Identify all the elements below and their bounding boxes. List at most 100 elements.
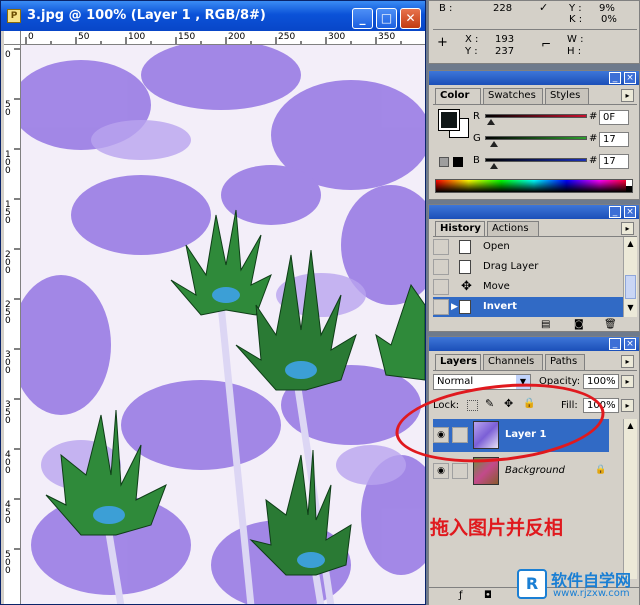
info-h-label: H : (567, 46, 582, 57)
snapshot-source-checkbox[interactable] (433, 299, 449, 315)
ruler-label: 350 (378, 32, 396, 42)
ruler-label: 2 5 0 (5, 300, 11, 326)
document-window: P 3.jpg @ 100% (Layer 1 , RGB/8#) _ □ ✕ … (0, 0, 426, 605)
tab-history[interactable]: History (435, 221, 485, 237)
scroll-down-icon[interactable]: ▼ (625, 303, 636, 314)
tab-divider (433, 370, 637, 371)
inverted-lotus-image (21, 45, 425, 604)
new-snapshot-icon[interactable]: ◙ (574, 319, 584, 330)
blend-mode-value: Normal (437, 376, 474, 387)
selection-size-icon: ⌐ (541, 37, 552, 51)
info-w-label: W : (567, 34, 584, 45)
history-item[interactable]: ✥ Move (433, 277, 623, 297)
color-spectrum-bar[interactable] (435, 179, 633, 193)
ruler-label: 50 (78, 32, 90, 42)
hash-label: # (589, 155, 598, 166)
vertical-ruler[interactable]: 0 5 0 1 0 0 1 5 0 2 0 0 2 5 0 3 0 0 3 5 … (4, 45, 21, 604)
opacity-field[interactable]: 100% (583, 374, 619, 389)
web-color-swatch[interactable] (453, 157, 463, 167)
panel-minimize-icon[interactable]: _ (609, 72, 621, 84)
color-panel-titlebar[interactable]: _ × (429, 71, 639, 85)
tab-paths[interactable]: Paths (545, 354, 585, 370)
tab-layers[interactable]: Layers (435, 354, 481, 370)
hash-label: # (589, 111, 598, 122)
annotation-text: 拖入图片并反相 (430, 517, 564, 539)
info-x-label: X : (465, 34, 479, 45)
tab-color[interactable]: Color (435, 88, 481, 104)
snapshot-source-checkbox[interactable] (433, 279, 449, 295)
layers-scrollbar[interactable]: ▲ (623, 419, 637, 579)
ruler-label: 4 5 0 (5, 500, 11, 526)
panel-menu-arrow-icon[interactable]: ▸ (621, 222, 634, 235)
history-item-label: Open (483, 241, 510, 252)
blue-slider-thumb[interactable] (490, 163, 499, 169)
info-k-value: 0% (601, 14, 617, 25)
red-slider-thumb[interactable] (487, 119, 496, 125)
color-panel: _ × Color Swatches Styles ▸ R # 0F G # 1… (428, 70, 640, 200)
delete-state-icon[interactable]: 🗑 (604, 319, 617, 330)
history-item-label: Invert (483, 301, 517, 312)
history-scrollbar[interactable]: ▲ ▼ (623, 237, 637, 317)
maximize-button[interactable]: □ (376, 8, 397, 29)
opacity-slider-arrow-icon[interactable]: ▸ (621, 375, 634, 388)
foreground-color-swatch[interactable] (438, 109, 460, 131)
scroll-up-icon[interactable]: ▲ (625, 239, 636, 250)
eye-icon[interactable]: ◉ (433, 463, 449, 479)
green-slider-thumb[interactable] (490, 141, 499, 147)
panel-close-icon[interactable]: × (624, 72, 636, 84)
document-title-bar[interactable]: P 3.jpg @ 100% (Layer 1 , RGB/8#) _ □ ✕ (1, 1, 425, 31)
info-ycoord-label: Y : (465, 46, 478, 57)
ruler-label: 2 0 0 (5, 250, 11, 276)
fill-slider-arrow-icon[interactable]: ▸ (621, 399, 634, 412)
scroll-up-icon[interactable]: ▲ (625, 421, 636, 432)
panel-close-icon[interactable]: × (624, 206, 636, 218)
document-state-icon (459, 240, 471, 254)
history-item[interactable]: Drag Layer (433, 257, 623, 277)
blue-value-field[interactable]: 17 (599, 154, 629, 169)
info-y-label: Y : (569, 3, 582, 14)
red-slider[interactable] (485, 114, 587, 118)
minimize-button[interactable]: _ (352, 8, 373, 29)
panel-menu-arrow-icon[interactable]: ▸ (621, 89, 634, 102)
snapshot-source-checkbox[interactable] (433, 259, 449, 275)
panel-close-icon[interactable]: × (624, 338, 636, 350)
info-ycoord-value: 237 (495, 46, 515, 57)
watermark: R 软件自学网 www.rjzxw.com (517, 567, 638, 603)
red-value-field[interactable]: 0F (599, 110, 629, 125)
green-value-field[interactable]: 17 (599, 132, 629, 147)
ruler-label: 300 (328, 32, 346, 42)
ruler-origin[interactable] (4, 31, 21, 45)
panel-minimize-icon[interactable]: _ (609, 338, 621, 350)
tab-channels[interactable]: Channels (483, 354, 543, 370)
info-b-value: 228 (493, 3, 513, 14)
scroll-thumb[interactable] (625, 275, 636, 299)
ruler-label: 3 5 0 (5, 400, 11, 426)
horizontal-ruler[interactable]: 0 50 100 150 200 250 300 350 (21, 31, 425, 45)
tab-swatches[interactable]: Swatches (483, 88, 543, 104)
green-slider[interactable] (485, 136, 587, 140)
close-button[interactable]: ✕ (400, 8, 421, 29)
history-item-label: Drag Layer (483, 261, 539, 272)
layers-panel-titlebar[interactable]: _ × (429, 337, 639, 351)
tab-styles[interactable]: Styles (545, 88, 589, 104)
tab-divider (433, 104, 637, 105)
layer-mask-icon[interactable]: ◘ (484, 590, 492, 601)
panel-menu-arrow-icon[interactable]: ▸ (621, 355, 634, 368)
snapshot-source-checkbox[interactable] (433, 239, 449, 255)
info-b-label: B : (439, 3, 453, 14)
tab-actions[interactable]: Actions (487, 221, 539, 237)
history-panel-titlebar[interactable]: _ × (429, 205, 639, 219)
history-item-selected[interactable]: ▶ Invert (433, 297, 623, 317)
crosshair-icon: + (437, 35, 448, 50)
history-item[interactable]: Open (433, 237, 623, 257)
new-document-from-state-icon[interactable]: ▤ (541, 319, 550, 330)
lock-icon: 🔒 (595, 465, 607, 475)
image-canvas[interactable] (21, 45, 425, 604)
ruler-label: 0 (5, 50, 11, 60)
blue-slider[interactable] (485, 158, 587, 162)
history-item-label: Move (483, 281, 510, 292)
panel-minimize-icon[interactable]: _ (609, 206, 621, 218)
layer-style-icon[interactable]: ƒ (459, 590, 463, 601)
brush-link-icon[interactable] (452, 463, 468, 479)
ruler-label: 250 (278, 32, 296, 42)
